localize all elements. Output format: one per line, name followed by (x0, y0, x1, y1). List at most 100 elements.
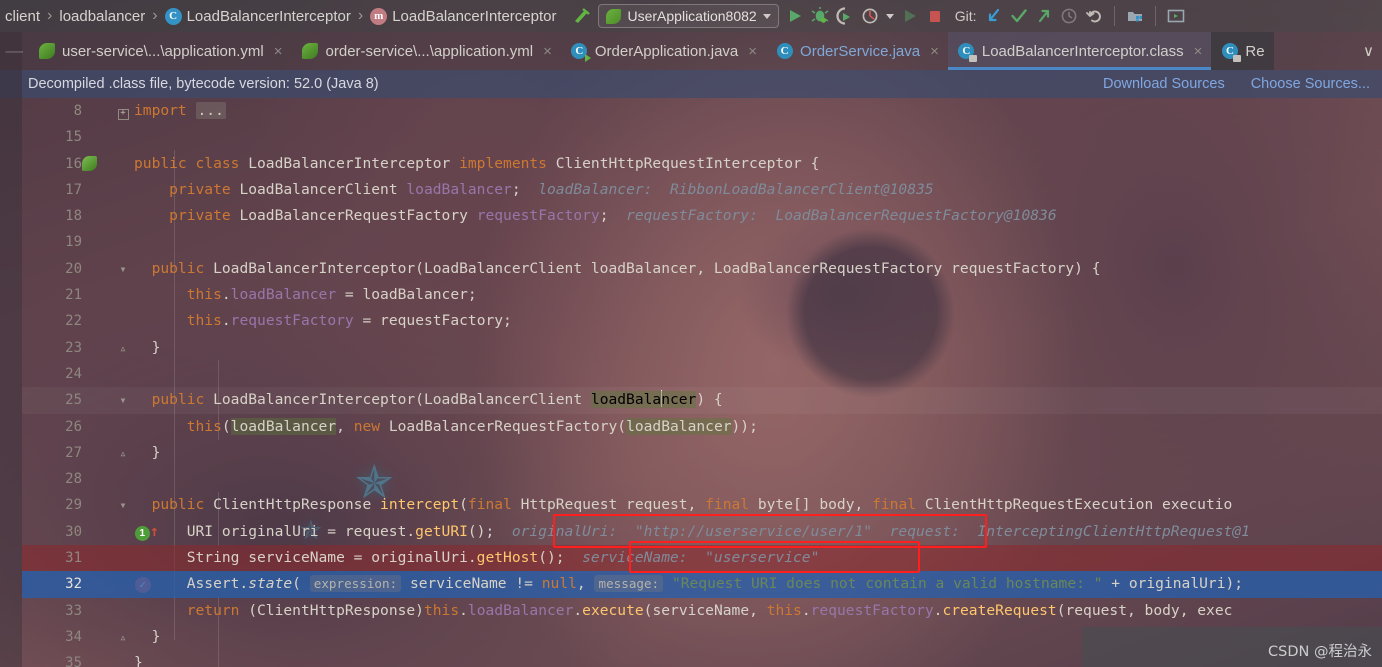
code-text: public class LoadBalancerInterceptor imp… (134, 154, 820, 172)
close-icon[interactable]: × (1194, 43, 1203, 60)
breadcrumb-item-class[interactable]: C LoadBalancerInterceptor (160, 7, 356, 25)
parameter-hint-message: message: (594, 575, 664, 593)
line-number: 17 (65, 181, 82, 198)
debug-icon[interactable] (811, 7, 829, 25)
update-project-icon[interactable] (985, 7, 1003, 25)
code-line[interactable]: 24 (22, 361, 1382, 387)
tab-re-truncated[interactable]: C Re (1211, 32, 1274, 70)
line-number: 16 (65, 155, 82, 172)
spring-bean-icon[interactable] (82, 155, 97, 171)
csdn-watermark: CSDN @程治永 (1268, 644, 1372, 660)
rollback-icon[interactable] (1085, 7, 1103, 25)
line-number: 35 (65, 655, 82, 667)
tab-label: OrderApplication.java (594, 42, 739, 60)
line-number: 25 (65, 392, 82, 409)
gutter-marks[interactable] (82, 151, 126, 177)
code-text: return (ClientHttpResponse)this.loadBala… (186, 601, 1233, 619)
run-with-coverage-icon[interactable] (836, 7, 854, 25)
code-line[interactable]: 21 this.loadBalancer = loadBalancer; (22, 282, 1382, 308)
breadcrumb-label: LoadBalancerInterceptor (186, 7, 351, 25)
profiler-chevron-down-icon[interactable] (885, 13, 894, 19)
fold-end-icon[interactable]: ▵ (116, 624, 130, 650)
code-line[interactable]: 20 ▾ public LoadBalancerInterceptor(Load… (22, 256, 1382, 282)
close-icon[interactable]: × (748, 43, 757, 60)
choose-sources-link[interactable]: Choose Sources... (1251, 76, 1370, 92)
code-line[interactable]: 18 private LoadBalancerRequestFactory re… (22, 203, 1382, 229)
breadcrumb-item-method[interactable]: m LoadBalancerInterceptor (365, 7, 561, 25)
breadcrumb-label: client (5, 7, 41, 25)
java-class-icon: C (776, 43, 793, 60)
rerun-icon[interactable] (901, 7, 919, 25)
tab-label: order-service\...\application.yml (325, 42, 534, 60)
editor-tab-strip: — user-service\...\application.yml × ord… (0, 32, 1382, 70)
fold-collapse-icon[interactable]: ▾ (116, 256, 130, 282)
stop-icon[interactable] (926, 7, 944, 25)
code-line-current-execution[interactable]: 32 Assert.state( expression: serviceName… (22, 571, 1382, 598)
gutter-marks[interactable]: ✓ (82, 545, 151, 594)
code-text: } (151, 338, 161, 356)
code-editor[interactable]: 8 + import ... 15 16 public class LoadBa… (22, 98, 1382, 667)
close-icon[interactable]: × (274, 43, 283, 60)
code-line[interactable]: 29 1 ↑ ▾ public ClientHttpResponse interc… (22, 492, 1382, 542)
tab-label: user-service\...\application.yml (62, 42, 264, 60)
tab-user-service-application-yml[interactable]: user-service\...\application.yml × (28, 32, 292, 70)
java-compiled-class-icon: C (958, 43, 978, 62)
commit-icon[interactable] (1010, 7, 1028, 25)
top-toolbar: client › loadbalancer › C LoadBalancerIn… (0, 0, 1382, 32)
spring-boot-icon (606, 8, 622, 24)
close-icon[interactable]: × (930, 43, 939, 60)
debugger-inline-hint-request: request: InterceptingClientHttpRequest@1 (889, 522, 1250, 540)
breadcrumb-separator-icon: › (357, 7, 364, 24)
project-structure-icon[interactable] (1126, 7, 1144, 25)
tab-label: OrderService.java (800, 42, 921, 60)
code-line[interactable]: 22 this.requestFactory = requestFactory; (22, 308, 1382, 334)
debugger-inline-hint: requestFactory: LoadBalancerRequestFacto… (626, 207, 1057, 225)
profiler-icon[interactable] (861, 7, 879, 25)
debugger-inline-hint-servicename: serviceName: "userservice" (582, 549, 820, 567)
download-sources-link[interactable]: Download Sources (1103, 76, 1225, 92)
line-number: 21 (65, 287, 82, 304)
code-line[interactable]: 8 + import ... (22, 98, 1382, 124)
build-hammer-icon[interactable] (571, 6, 591, 26)
terminal-icon[interactable] (1167, 7, 1185, 25)
tab-loadbalancerinterceptor-class[interactable]: C LoadBalancerInterceptor.class × (947, 32, 1212, 70)
code-line[interactable]: 19 (22, 229, 1382, 255)
fold-collapse-icon[interactable]: ▾ (116, 387, 130, 413)
breadcrumb-item-loadbalancer[interactable]: loadbalancer (54, 8, 150, 25)
code-line[interactable]: 17 private LoadBalancerClient loadBalanc… (22, 177, 1382, 203)
fold-end-icon[interactable]: ▵ (116, 440, 130, 466)
code-line[interactable]: 33 return (ClientHttpResponse)this.loadB… (22, 598, 1382, 624)
code-line[interactable]: 27 ▵ } (22, 440, 1382, 466)
code-line[interactable]: 15 (22, 124, 1382, 150)
banner-actions: Download Sources Choose Sources... (1103, 76, 1382, 92)
parameter-hint-expression: expression: (309, 575, 402, 593)
toolbar-divider (1155, 6, 1157, 26)
code-line[interactable]: 28 (22, 466, 1382, 492)
java-run-class-icon: C (571, 43, 592, 62)
run-configuration-selector[interactable]: UserApplication8082 (598, 4, 779, 28)
tab-order-service-java[interactable]: C OrderService.java × (766, 32, 948, 70)
chevron-down-icon[interactable]: ∨ (1363, 42, 1374, 60)
run-icon[interactable] (786, 7, 804, 25)
code-line[interactable]: 25 ▾ public LoadBalancerInterceptor(Load… (22, 387, 1382, 414)
fold-end-icon[interactable]: ▵ (116, 335, 130, 361)
line-number: 34 (65, 628, 82, 645)
run-toolbar: UserApplication8082 Git: (571, 4, 1185, 28)
code-line[interactable]: 31 ✓ String serviceName = originalUri.ge… (22, 545, 1382, 594)
close-icon[interactable]: × (543, 43, 552, 60)
code-line[interactable]: 16 public class LoadBalancerInterceptor … (22, 151, 1382, 177)
breadcrumb-item-client[interactable]: client (0, 8, 45, 25)
code-text: } (151, 443, 161, 461)
breadcrumb: client › loadbalancer › C LoadBalancerIn… (0, 7, 561, 25)
tabs-overflow-control[interactable]: ∨ (1363, 32, 1382, 70)
push-icon[interactable] (1035, 7, 1053, 25)
tab-order-service-application-yml[interactable]: order-service\...\application.yml × (292, 32, 561, 70)
code-line[interactable]: 26 this(loadBalancer, new LoadBalancerRe… (22, 414, 1382, 440)
fold-collapse-icon[interactable]: ▾ (116, 492, 130, 518)
code-line[interactable]: 30 URI originalUri = request.getURI(); o… (22, 519, 1382, 545)
line-number: 19 (65, 234, 82, 251)
history-icon[interactable] (1060, 7, 1078, 25)
code-line[interactable]: 23 ▵ } (22, 335, 1382, 361)
fold-expand-icon[interactable]: + (116, 98, 130, 124)
tab-order-application-java[interactable]: C OrderApplication.java × (561, 32, 766, 70)
